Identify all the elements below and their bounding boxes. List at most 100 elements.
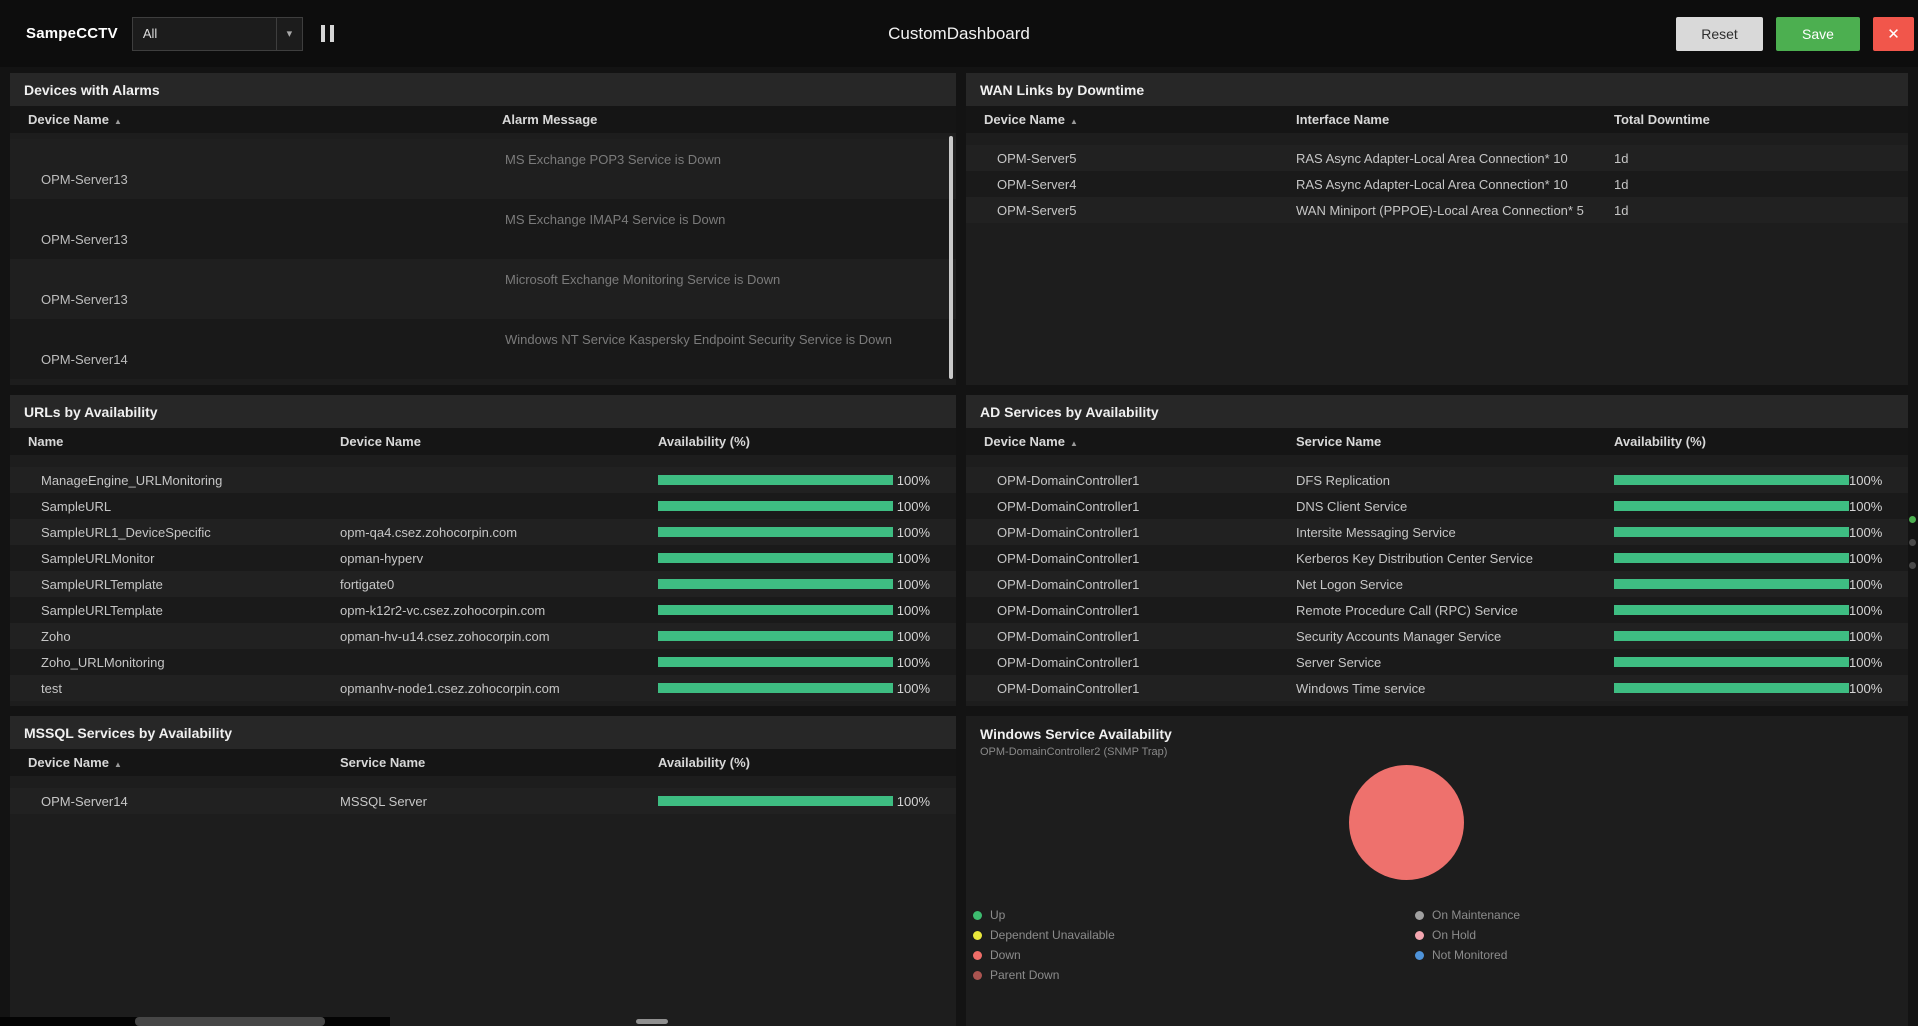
legend-item-down[interactable]: Down xyxy=(973,945,1115,965)
availability-bar xyxy=(1614,579,1849,589)
column-header-availability[interactable]: Availability (%) xyxy=(1614,434,1908,449)
table-row[interactable]: SampleURLTemplate fortigate0 100% xyxy=(10,571,956,597)
availability-bar xyxy=(1614,631,1849,641)
table-row[interactable]: Zoho_URLMonitoring 100% xyxy=(10,649,956,675)
service-name: Security Accounts Manager Service xyxy=(1296,628,1502,644)
availability-percent: 100% xyxy=(1849,680,1883,696)
dashboard-filter-select[interactable]: All ▾ xyxy=(131,16,303,51)
legend-item-on-hold[interactable]: On Hold xyxy=(1415,925,1520,945)
url-name: ManageEngine_URLMonitoring xyxy=(41,472,223,488)
availability-bar xyxy=(658,657,893,667)
availability-bar-fill xyxy=(1614,553,1849,563)
availability-bar xyxy=(658,631,893,641)
table-body: ManageEngine_URLMonitoring 100% SampleUR… xyxy=(10,467,956,701)
table-row[interactable]: test opmanhv-node1.csez.zohocorpin.com 1… xyxy=(10,675,956,701)
close-icon: ✕ xyxy=(1887,25,1900,43)
legend-item-not-monitored[interactable]: Not Monitored xyxy=(1415,945,1520,965)
table-row[interactable]: OPM-Server13 MS Exchange POP3 Service is… xyxy=(10,139,956,199)
panel-title: AD Services by Availability xyxy=(966,395,1908,428)
table-row[interactable]: OPM-Server13 MS Exchange IMAP4 Service i… xyxy=(10,199,956,259)
interface-name: RAS Async Adapter-Local Area Connection*… xyxy=(1296,150,1568,166)
table-row[interactable]: SampleURLMonitor opman-hyperv 100% xyxy=(10,545,956,571)
table-row[interactable]: SampleURL1_DeviceSpecific opm-qa4.csez.z… xyxy=(10,519,956,545)
column-header-availability[interactable]: Availability (%) xyxy=(658,755,956,770)
close-button[interactable]: ✕ xyxy=(1873,16,1914,51)
legend-item-parent-down[interactable]: Parent Down xyxy=(973,965,1115,985)
table-header: Device Name ▲ Service Name Availability (… xyxy=(10,749,956,776)
table-row[interactable]: OPM-DomainController1 Intersite Messagin… xyxy=(966,519,1908,545)
table-row[interactable]: OPM-DomainController1 Security Accounts … xyxy=(966,623,1908,649)
table-body: OPM-Server5 RAS Async Adapter-Local Area… xyxy=(966,145,1908,223)
table-row[interactable]: SampleURL 100% xyxy=(10,493,956,519)
widget-page-dots[interactable] xyxy=(1909,516,1916,569)
page-dot[interactable] xyxy=(1909,539,1916,546)
page-dot[interactable] xyxy=(1909,562,1916,569)
horizontal-scrollbar[interactable] xyxy=(0,1017,390,1026)
table-row[interactable]: OPM-Server13 Microsoft Exchange Monitori… xyxy=(10,259,956,319)
availability-percent: 100% xyxy=(1849,498,1883,514)
pause-icon[interactable] xyxy=(320,25,334,42)
legend-item-up[interactable]: Up xyxy=(973,905,1115,925)
availability-bar-fill xyxy=(658,657,893,667)
column-header-availability[interactable]: Availability (%) xyxy=(658,434,956,449)
availability-cell: 100% xyxy=(658,629,956,644)
availability-cell: 100% xyxy=(1614,681,1908,696)
column-header-service-name[interactable]: Service Name xyxy=(340,755,658,770)
availability-bar xyxy=(658,527,893,537)
table-row[interactable]: OPM-DomainController1 DFS Replication 10… xyxy=(966,467,1908,493)
device-name: OPM-DomainController1 xyxy=(997,602,1140,618)
sort-asc-icon: ▲ xyxy=(113,117,122,126)
availability-percent: 100% xyxy=(1849,628,1883,644)
column-header-device-name[interactable]: Device Name ▲ xyxy=(10,755,340,770)
table-row[interactable]: OPM-Server14 Windows NT Service Kaspersk… xyxy=(10,319,956,379)
service-name: Remote Procedure Call (RPC) Service xyxy=(1296,602,1518,618)
column-header-name[interactable]: Name xyxy=(10,434,340,449)
availability-percent: 100% xyxy=(896,680,930,696)
device-name: OPM-Server14 xyxy=(41,352,128,367)
reset-button[interactable]: Reset xyxy=(1676,16,1763,51)
table-row[interactable]: Zoho opman-hv-u14.csez.zohocorpin.com 10… xyxy=(10,623,956,649)
availability-bar-fill xyxy=(658,553,893,563)
legend-item-on-maintenance[interactable]: On Maintenance xyxy=(1415,905,1520,925)
column-header-device-name[interactable]: Device Name ▲ xyxy=(966,434,1296,449)
table-row[interactable]: SampleURLTemplate opm-k12r2-vc.csez.zoho… xyxy=(10,597,956,623)
column-header-device-name[interactable]: Device Name ▲ xyxy=(966,112,1296,127)
table-row[interactable]: OPM-DomainController1 Kerberos Key Distr… xyxy=(966,545,1908,571)
table-row[interactable]: OPM-DomainController1 Windows Time servi… xyxy=(966,675,1908,701)
device-name: OPM-DomainController1 xyxy=(997,524,1140,540)
availability-bar xyxy=(1614,475,1849,485)
table-row[interactable]: OPM-Server5 RAS Async Adapter-Local Area… xyxy=(966,145,1908,171)
column-header-alarm-message[interactable]: Alarm Message xyxy=(502,112,956,127)
legend-item-dependent-unavailable[interactable]: Dependent Unavailable xyxy=(973,925,1115,945)
table-row[interactable]: OPM-DomainController1 Net Logon Service … xyxy=(966,571,1908,597)
pie-chart[interactable] xyxy=(1349,765,1464,880)
column-header-device-name[interactable]: Device Name ▲ xyxy=(10,112,502,127)
availability-bar xyxy=(1614,657,1849,667)
availability-cell: 100% xyxy=(658,577,956,592)
url-name: test xyxy=(41,680,62,696)
table-row[interactable]: OPM-Server5 WAN Miniport (PPPOE)-Local A… xyxy=(966,197,1908,223)
table-row[interactable]: OPM-Server4 RAS Async Adapter-Local Area… xyxy=(966,171,1908,197)
availability-cell: 100% xyxy=(658,603,956,618)
chart-subtitle: OPM-DomainController2 (SNMP Trap) xyxy=(980,746,1168,758)
table-row[interactable]: OPM-Server14 MSSQL Server 100% xyxy=(10,788,956,814)
save-button[interactable]: Save xyxy=(1776,16,1860,51)
column-header-device-name[interactable]: Device Name xyxy=(340,434,658,449)
horizontal-scrollbar-thumb[interactable] xyxy=(135,1017,325,1026)
availability-percent: 100% xyxy=(1849,602,1883,618)
table-row[interactable]: OPM-DomainController1 Remote Procedure C… xyxy=(966,597,1908,623)
availability-bar-fill xyxy=(658,683,893,693)
vertical-scrollbar[interactable] xyxy=(949,136,953,379)
widget-scrollbar-thumb[interactable] xyxy=(636,1019,668,1024)
table-row[interactable]: OPM-DomainController1 DNS Client Service… xyxy=(966,493,1908,519)
column-header-total-downtime[interactable]: Total Downtime xyxy=(1614,112,1908,127)
column-header-interface-name[interactable]: Interface Name xyxy=(1296,112,1614,127)
availability-cell: 100% xyxy=(658,655,956,670)
column-header-service-name[interactable]: Service Name xyxy=(1296,434,1614,449)
availability-percent: 100% xyxy=(896,628,930,644)
service-name: DNS Client Service xyxy=(1296,498,1408,514)
page-dot-active[interactable] xyxy=(1909,516,1916,523)
table-row[interactable]: ManageEngine_URLMonitoring 100% xyxy=(10,467,956,493)
legend-label: On Maintenance xyxy=(1432,908,1521,922)
table-row[interactable]: OPM-DomainController1 Server Service 100… xyxy=(966,649,1908,675)
